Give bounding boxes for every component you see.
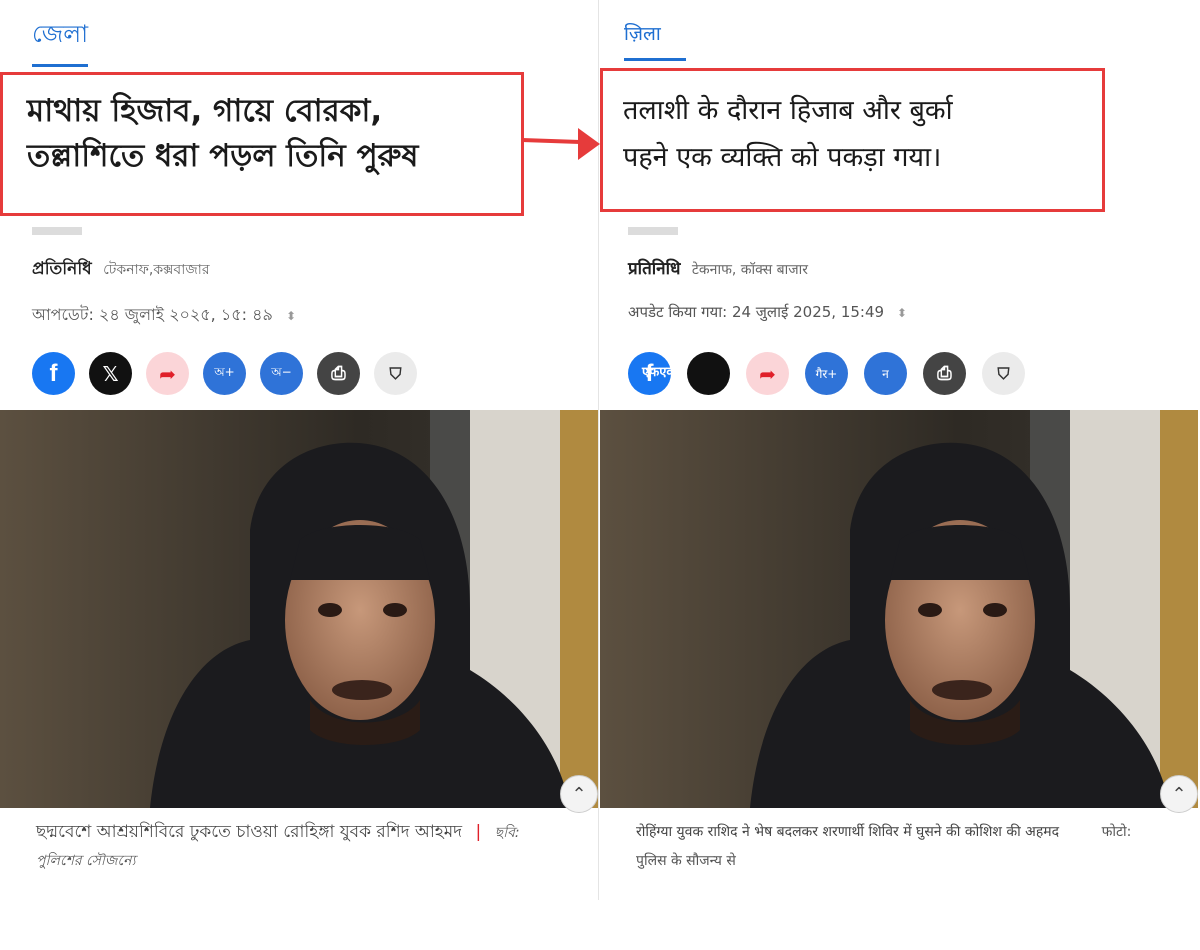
share-toolbar: f 𝕏 ➦ অ+ অ− ⎙ ⛉ <box>32 352 417 398</box>
bookmark-icon: ⛉ <box>389 363 402 383</box>
headline-line-1: মাথায় হিজাব, গায়ে বোরকা, <box>27 93 383 129</box>
font-increase-button[interactable]: गैर+ <box>805 352 848 395</box>
scroll-up-button[interactable]: ⌃ <box>1160 775 1198 813</box>
share-arrow-icon: ➦ <box>759 361 776 386</box>
chevron-up-icon: ⌃ <box>1171 783 1187 805</box>
x-icon: 𝕏 <box>102 361 119 386</box>
share-button[interactable]: ➦ <box>746 352 789 395</box>
section-tab-district[interactable]: ज़िला <box>624 20 686 61</box>
facebook-icon: f <box>49 359 58 387</box>
x-share-button[interactable]: 𝕏 <box>89 352 132 395</box>
article-photo <box>600 410 1198 808</box>
facebook-overlay-text: एफएक्स <box>642 364 683 379</box>
headline-line-2: তল্লাশিতে ধরা পড়ল তিনি পুরুষ <box>27 137 419 174</box>
headline-highlight-box: तलाशी के दौरान हिजाब और बुर्का पहने एक व… <box>600 68 1105 212</box>
bookmark-button[interactable]: ⛉ <box>982 352 1025 395</box>
sort-toggle-icon[interactable]: ⬍ <box>286 309 296 323</box>
font-increase-icon: অ+ <box>214 364 235 379</box>
print-icon: ⎙ <box>937 363 952 384</box>
headline: মাথায় হিজাব, গায়ে বোরকা, তল্লাশিতে ধরা… <box>27 89 497 179</box>
scroll-up-button[interactable]: ⌃ <box>560 775 598 813</box>
article-photo <box>0 410 598 808</box>
bengali-article-panel: জেলা মাথায় হিজাব, গায়ে বোরকা, তল্লাশিত… <box>0 0 599 900</box>
updated-timestamp: अपडेट किया गया: 24 जुलाई 2025, 15:49 ⬍ <box>628 302 907 322</box>
bookmark-icon: ⛉ <box>997 363 1010 383</box>
byline: প্রতিনিধি টেকনাফ,কক্সবাজার <box>32 256 210 284</box>
facebook-share-button[interactable]: f <box>32 352 75 395</box>
print-button[interactable]: ⎙ <box>923 352 966 395</box>
sort-toggle-icon[interactable]: ⬍ <box>897 306 907 320</box>
updated-text: আপডেট: ২৪ জুলাই ২০২৫, ১৫: ৪৯ <box>32 305 273 324</box>
font-increase-button[interactable]: অ+ <box>203 352 246 395</box>
bookmark-button[interactable]: ⛉ <box>374 352 417 395</box>
byline-author[interactable]: প্রতিনিধি <box>32 259 92 279</box>
divider-bar <box>628 227 678 235</box>
caption-text: ছদ্মবেশে আশ্রয়শিবিরে ঢুকতে চাওয়া রোহিঙ… <box>36 822 463 842</box>
font-decrease-icon: অ− <box>271 364 292 379</box>
facebook-share-button[interactable]: f एफएक्स <box>628 352 682 395</box>
share-button[interactable]: ➦ <box>146 352 189 395</box>
caption-separator: | <box>475 822 482 842</box>
byline-location: টেকনাফ,কক্সবাজার <box>103 262 210 278</box>
print-button[interactable]: ⎙ <box>317 352 360 395</box>
x-share-button[interactable] <box>687 352 730 395</box>
byline: प्रतिनिधि टेकनाफ, कॉक्स बाजार <box>628 256 808 279</box>
font-decrease-button[interactable]: অ− <box>260 352 303 395</box>
photo-caption: रोहिंग्या युवक राशिद ने भेष बदलकर शरणार्… <box>636 818 1156 877</box>
print-icon: ⎙ <box>331 363 346 384</box>
share-toolbar: f एफएक्स ➦ गैर+ न ⎙ ⛉ <box>628 352 1025 398</box>
font-decrease-button[interactable]: न <box>864 352 907 395</box>
font-decrease-icon: न <box>882 367 889 381</box>
photo-caption: ছদ্মবেশে আশ্রয়শিবিরে ঢুকতে চাওয়া রোহিঙ… <box>36 818 556 874</box>
section-tab-district[interactable]: জেলা <box>32 16 89 67</box>
chevron-up-icon: ⌃ <box>571 783 587 805</box>
font-increase-icon: गैर+ <box>815 367 838 381</box>
updated-text: अपडेट किया गया: 24 जुलाई 2025, 15:49 <box>628 303 885 321</box>
divider-bar <box>32 227 82 235</box>
share-arrow-icon: ➦ <box>159 361 176 386</box>
updated-timestamp: আপডেট: ২৪ জুলাই ২০২৫, ১৫: ৪৯ ⬍ <box>32 302 296 329</box>
byline-location: टेकनाफ, कॉक्स बाजार <box>691 262 808 278</box>
headline-highlight-box: মাথায় হিজাব, গায়ে বোরকা, তল্লাশিতে ধরা… <box>0 72 524 216</box>
hindi-article-panel: ज़िला तलाशी के दौरान हिजाब और बुर्का पहन… <box>600 0 1198 900</box>
headline-line-1: तलाशी के दौरान हिजाब और बुर्का <box>623 95 953 126</box>
translation-arrow-icon <box>522 128 600 160</box>
caption-text: रोहिंग्या युवक राशिद ने भेष बदलकर शरणार्… <box>636 824 1060 840</box>
byline-author[interactable]: प्रतिनिधि <box>628 259 680 279</box>
headline: तलाशी के दौरान हिजाब और बुर्का पहने एक व… <box>623 87 1082 182</box>
headline-line-2: पहने एक व्यक्ति को पकड़ा गया। <box>623 142 942 174</box>
